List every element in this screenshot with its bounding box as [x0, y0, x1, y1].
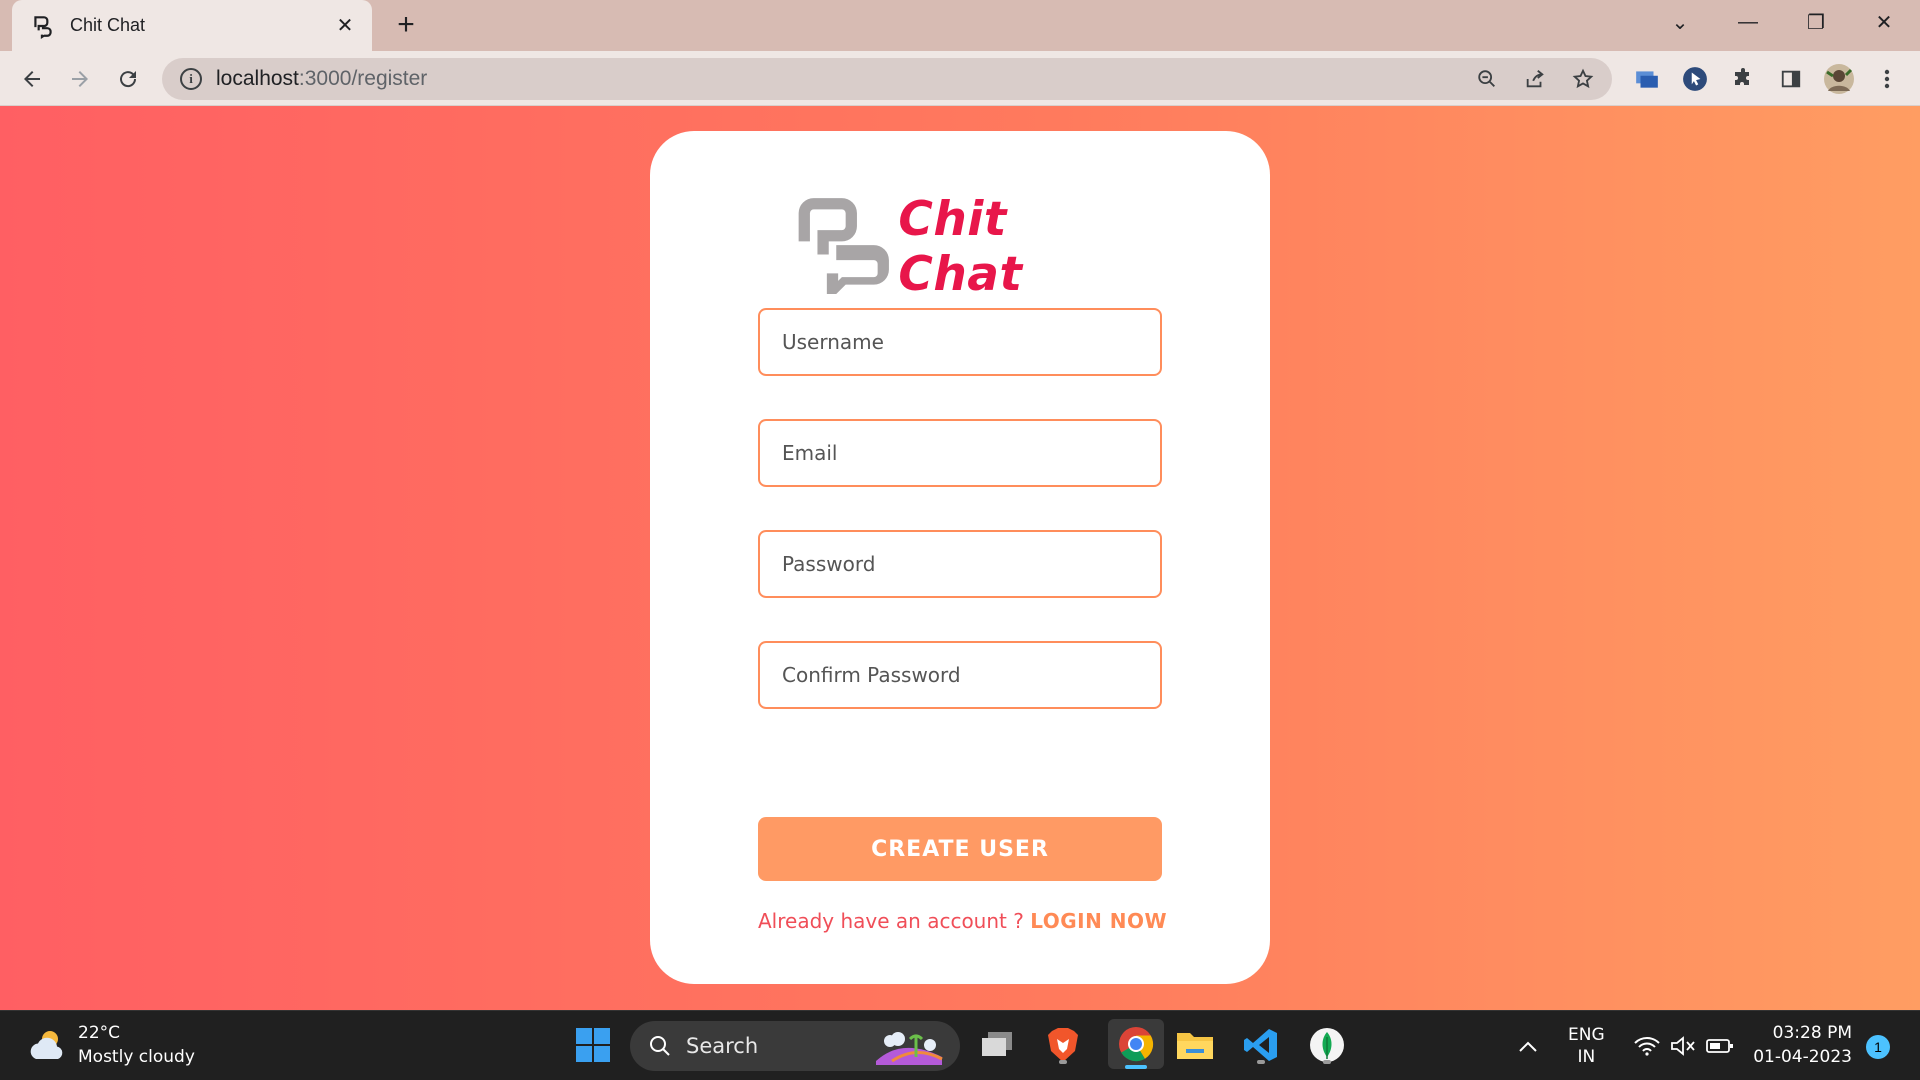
login-prompt-row: Already have an account ? LOGIN NOW: [758, 909, 1167, 933]
minimize-button[interactable]: —: [1718, 0, 1778, 44]
share-icon[interactable]: [1522, 66, 1548, 92]
extension-screen-icon[interactable]: [1632, 64, 1662, 94]
restore-button[interactable]: ❐: [1786, 0, 1846, 44]
forward-arrow-icon[interactable]: [64, 63, 96, 95]
close-tab-icon[interactable]: ✕: [332, 13, 358, 39]
cloudy-weather-icon: [30, 1031, 63, 1059]
clock-date: 01-04-2023: [1753, 1047, 1852, 1067]
profile-avatar[interactable]: [1824, 64, 1854, 94]
register-page: Chit Chat CREATE USER Already have an ac…: [0, 106, 1920, 1010]
tab-title: Chit Chat: [70, 15, 146, 35]
register-card: Chit Chat CREATE USER Already have an ac…: [650, 131, 1270, 984]
language-primary: ENG: [1568, 1025, 1605, 1045]
notification-badge[interactable]: 1: [1866, 1035, 1890, 1059]
extensions-puzzle-icon[interactable]: [1728, 64, 1758, 94]
browser-tab-active[interactable]: Chit Chat ✕: [12, 0, 372, 51]
url-path: :3000/register: [298, 67, 428, 90]
login-prompt-text: Already have an account ?: [758, 909, 1031, 933]
browser-menu-icon[interactable]: [1872, 64, 1902, 94]
login-now-link[interactable]: LOGIN NOW: [1030, 909, 1167, 933]
battery-icon[interactable]: [1706, 1011, 1734, 1080]
weather-widget[interactable]: 22°C Mostly cloudy: [26, 1021, 195, 1069]
weather-description: Mostly cloudy: [78, 1047, 195, 1067]
taskbar: 22°C Mostly cloudy Search ENG IN 03:28 P…: [0, 1010, 1920, 1080]
site-info-icon[interactable]: i: [180, 68, 202, 90]
system-clock[interactable]: 03:28 PM 01-04-2023: [1742, 1021, 1852, 1069]
language-secondary: IN: [1577, 1047, 1596, 1067]
show-hidden-icons-chevron-icon[interactable]: [1518, 1011, 1538, 1080]
reload-icon[interactable]: [112, 63, 144, 95]
task-view-icon[interactable]: [976, 1024, 1018, 1066]
url-host: localhost: [216, 67, 299, 90]
close-window-button[interactable]: ✕: [1854, 0, 1914, 44]
wifi-icon[interactable]: [1634, 1011, 1660, 1080]
confirm-password-field[interactable]: [758, 641, 1162, 709]
back-arrow-icon[interactable]: [16, 63, 48, 95]
bookmark-star-icon[interactable]: [1570, 66, 1596, 92]
clock-time: 03:28 PM: [1772, 1023, 1852, 1043]
chrome-browser-icon[interactable]: [1108, 1019, 1164, 1069]
username-field[interactable]: [758, 308, 1162, 376]
language-indicator[interactable]: ENG IN: [1568, 1011, 1605, 1080]
windows-start-icon[interactable]: [572, 1024, 614, 1066]
chit-chat-favicon-icon: [30, 13, 56, 39]
email-field[interactable]: [758, 419, 1162, 487]
new-tab-button[interactable]: +: [390, 10, 422, 42]
browser-tabstrip: Chit Chat ✕ + ⌄ — ❐ ✕: [0, 0, 1920, 51]
search-label: Search: [686, 1034, 759, 1058]
zoom-icon[interactable]: [1474, 66, 1500, 92]
volume-muted-icon[interactable]: [1670, 1011, 1696, 1080]
brand: Chit Chat: [793, 191, 1133, 303]
search-highlight-icon: [876, 1032, 943, 1065]
browser-toolbar: i localhost:3000/register: [0, 51, 1920, 106]
weather-temperature: 22°C: [78, 1023, 121, 1043]
brave-browser-icon[interactable]: [1042, 1024, 1084, 1066]
search-icon: [650, 1036, 670, 1056]
side-panel-icon[interactable]: [1776, 64, 1806, 94]
brand-name: Chit Chat: [898, 192, 1023, 302]
vscode-icon[interactable]: [1240, 1024, 1282, 1066]
file-explorer-icon[interactable]: [1174, 1024, 1216, 1066]
password-field[interactable]: [758, 530, 1162, 598]
extension-cursor-icon[interactable]: [1680, 64, 1710, 94]
tab-search-icon[interactable]: ⌄: [1650, 0, 1710, 44]
taskbar-search[interactable]: Search: [630, 1021, 960, 1071]
mongodb-compass-icon[interactable]: [1306, 1024, 1348, 1066]
address-bar[interactable]: i localhost:3000/register: [162, 58, 1612, 100]
create-user-button[interactable]: CREATE USER: [758, 817, 1162, 881]
chit-chat-logo-icon: [798, 198, 889, 295]
